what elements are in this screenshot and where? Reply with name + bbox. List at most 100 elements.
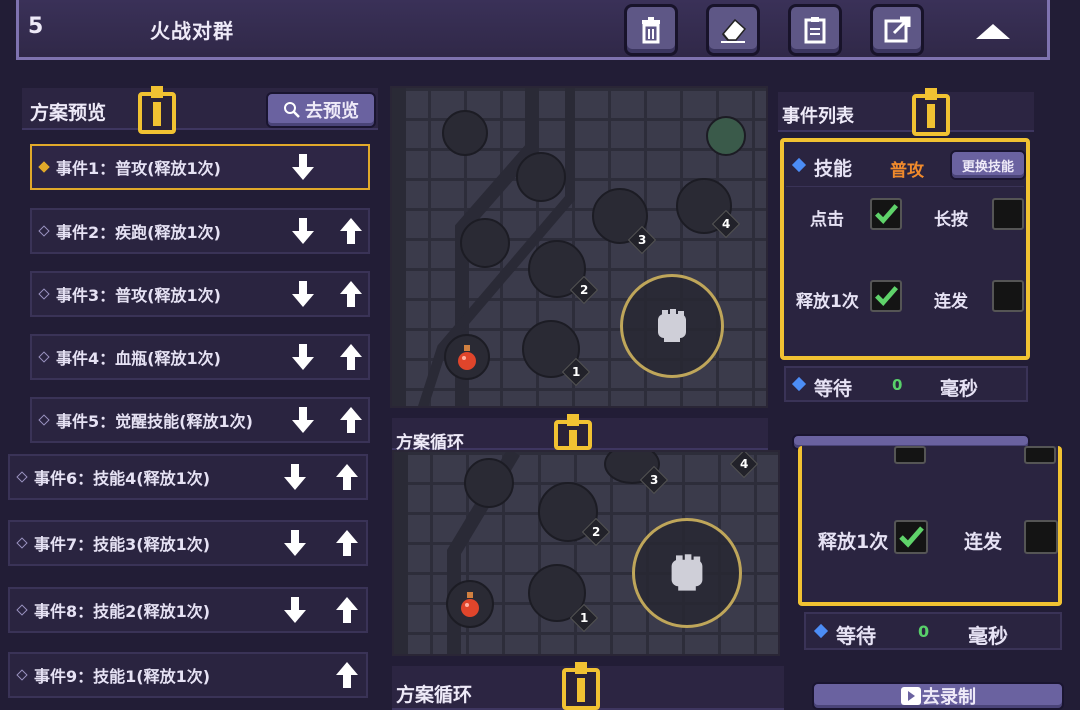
move-down-arrow-icon[interactable] (290, 216, 316, 246)
checkmark-icon (875, 204, 899, 224)
bullet-icon (38, 288, 50, 300)
fist-icon (671, 554, 703, 591)
move-down-arrow-icon[interactable] (290, 405, 316, 435)
potion-node (444, 334, 490, 380)
skill-map-preview[interactable]: 3 4 2 1 (390, 86, 768, 408)
event-label: 事件3：普攻(释放1次) (56, 286, 221, 305)
collapse-arrow-icon[interactable] (976, 24, 1010, 39)
event-row[interactable]: 事件9：技能1(释放1次) (8, 652, 368, 698)
checkmark-icon (899, 526, 924, 548)
go-preview-label: 去预览 (305, 101, 359, 122)
skill-map-preview-lower[interactable]: 3 4 2 1 (392, 450, 780, 656)
scheme-preview-title: 方案预览 (30, 102, 107, 124)
click-checkbox[interactable] (870, 198, 902, 230)
map-node (516, 152, 566, 202)
erase-button[interactable] (706, 4, 760, 56)
info-icon[interactable] (554, 414, 592, 454)
skill-label: 技能 (814, 158, 853, 180)
move-up-arrow-icon[interactable] (338, 405, 364, 435)
skill-value: 普攻 (890, 161, 924, 181)
event-row[interactable]: 事件2：疾跑(释放1次) (30, 208, 370, 254)
wait-unit: 毫秒 (968, 624, 1008, 648)
potion-icon (461, 592, 479, 617)
move-up-arrow-icon[interactable] (334, 595, 360, 625)
move-down-arrow-icon[interactable] (282, 595, 308, 625)
export-button[interactable] (870, 4, 924, 56)
script-title: 火战对群 (150, 19, 234, 43)
event-row[interactable]: 事件6：技能4(释放1次) (8, 454, 368, 500)
map-node (464, 458, 514, 508)
scheme-loop-title: 方案循环 (396, 684, 473, 706)
event-label: 事件9：技能1(释放1次) (34, 667, 211, 686)
fist-icon (658, 309, 686, 342)
go-record-button[interactable]: 去录制 (812, 682, 1064, 710)
change-skill-button[interactable]: 更换技能 (950, 150, 1026, 180)
magnifier-icon (284, 102, 300, 118)
release-once-label: 释放1次 (796, 292, 859, 312)
long-press-checkbox[interactable] (1024, 446, 1056, 464)
wait-value[interactable]: 0 (892, 376, 902, 394)
clipboard-icon (804, 17, 826, 44)
event-label: 事件2：疾跑(释放1次) (56, 223, 221, 242)
move-up-arrow-icon[interactable] (338, 279, 364, 309)
bullet-icon (38, 351, 50, 363)
burst-label: 连发 (934, 292, 968, 312)
event-row[interactable]: 事件8：技能2(释放1次) (8, 587, 368, 633)
clipboard-button[interactable] (788, 4, 842, 56)
move-up-arrow-icon[interactable] (334, 462, 360, 492)
event-label: 事件4：血瓶(释放1次) (56, 349, 221, 368)
info-icon[interactable] (562, 662, 600, 710)
map-node (442, 110, 488, 156)
wait-label: 等待 (814, 378, 853, 400)
bullet-icon (38, 161, 50, 173)
burst-checkbox[interactable] (992, 280, 1024, 312)
move-down-arrow-icon[interactable] (290, 342, 316, 372)
move-down-arrow-icon[interactable] (290, 152, 316, 182)
map-node (460, 218, 510, 268)
move-up-arrow-icon[interactable] (334, 528, 360, 558)
event-label: 事件6：技能4(释放1次) (34, 469, 211, 488)
burst-label: 连发 (964, 531, 1003, 553)
record-icon (901, 687, 921, 705)
event-row[interactable]: 事件3：普攻(释放1次) (30, 271, 370, 317)
go-record-label: 去录制 (922, 687, 976, 708)
bullet-icon (16, 537, 28, 549)
info-icon[interactable] (912, 88, 950, 136)
map-node (706, 116, 746, 156)
move-up-arrow-icon[interactable] (334, 660, 360, 690)
event-row[interactable]: 事件7：技能3(释放1次) (8, 520, 368, 566)
event-row[interactable]: 事件4：血瓶(释放1次) (30, 334, 370, 380)
long-press-checkbox[interactable] (992, 198, 1024, 230)
delete-button[interactable] (624, 4, 678, 56)
release-once-checkbox[interactable] (870, 280, 902, 312)
move-up-arrow-icon[interactable] (338, 342, 364, 372)
release-once-checkbox[interactable] (894, 520, 928, 554)
wait-unit: 毫秒 (940, 378, 979, 400)
script-number: 5 (28, 14, 44, 39)
wait-label: 等待 (836, 624, 876, 648)
move-down-arrow-icon[interactable] (282, 462, 308, 492)
event-row[interactable]: 事件5：觉醒技能(释放1次) (30, 397, 370, 443)
event-label: 事件5：觉醒技能(释放1次) (56, 412, 253, 431)
move-up-arrow-icon[interactable] (338, 216, 364, 246)
info-icon[interactable] (138, 86, 176, 134)
wait-value[interactable]: 0 (918, 622, 929, 641)
trash-icon (642, 17, 660, 44)
click-checkbox[interactable] (894, 446, 926, 464)
burst-checkbox[interactable] (1024, 520, 1058, 554)
export-icon (884, 16, 911, 43)
bullet-icon (38, 414, 50, 426)
move-down-arrow-icon[interactable] (282, 528, 308, 558)
event-row[interactable]: 事件1：普攻(释放1次) (30, 144, 370, 190)
event-settings-panel-lower (798, 446, 1062, 606)
release-once-label: 释放1次 (818, 531, 889, 553)
go-preview-button[interactable]: 去预览 (266, 92, 376, 128)
move-down-arrow-icon[interactable] (290, 279, 316, 309)
eraser-icon (721, 18, 747, 43)
event-label: 事件1：普攻(释放1次) (56, 159, 221, 178)
potion-node (446, 580, 494, 628)
click-label: 点击 (810, 210, 844, 230)
long-press-label: 长按 (934, 210, 968, 230)
divider (786, 186, 1024, 187)
potion-icon (458, 345, 476, 370)
